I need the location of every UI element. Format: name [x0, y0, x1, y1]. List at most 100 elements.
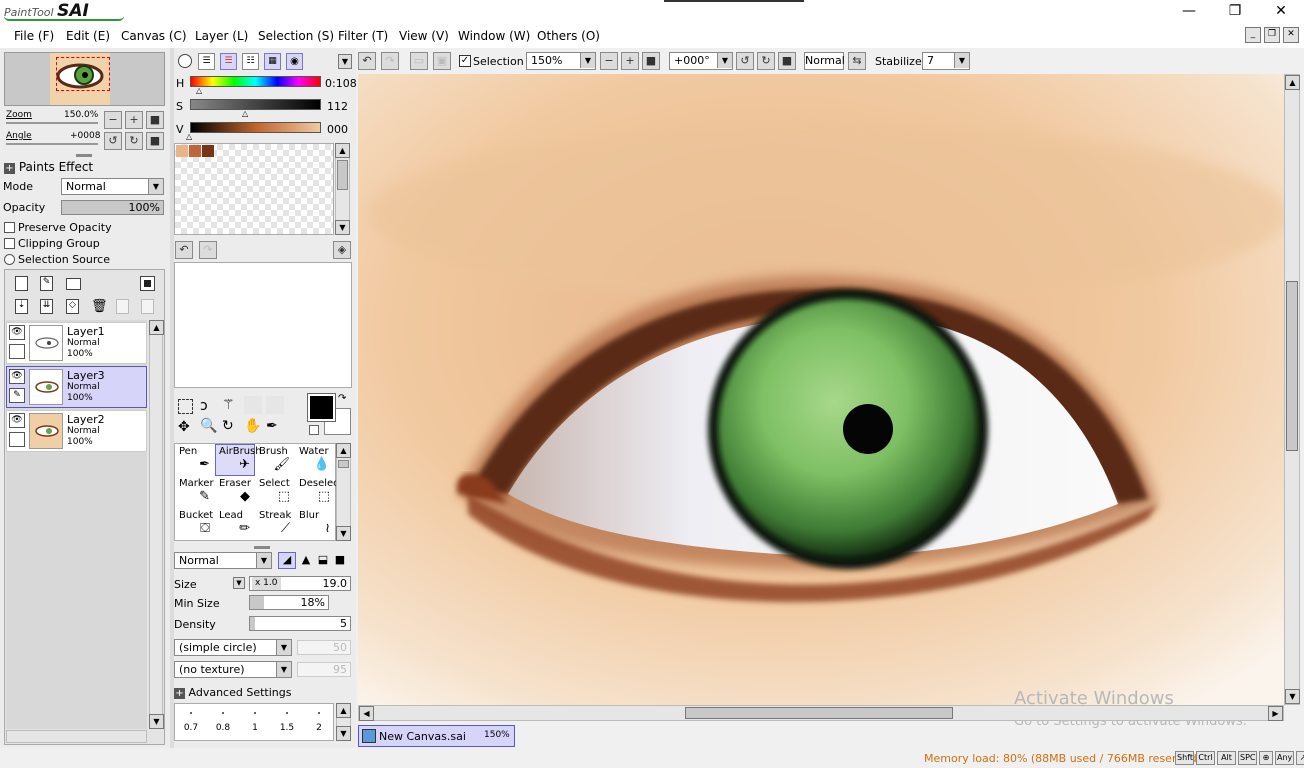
panel-options-icon[interactable]: ◈ — [333, 241, 351, 259]
rotate-right-button[interactable]: ↻ — [757, 52, 775, 70]
rotate-left-button[interactable]: ↺ — [736, 52, 754, 70]
rotate-left-button[interactable]: ↺ — [104, 132, 122, 150]
brush-blend-dropdown[interactable]: Normal ▼ — [174, 552, 272, 569]
invert-selection-icon[interactable]: ▣ — [433, 52, 451, 70]
canvas-hscrollbar[interactable]: ◀ ▶ — [358, 705, 1284, 721]
eye-icon[interactable]: 👁 — [9, 325, 25, 340]
layer-mask-icon[interactable] — [140, 276, 155, 291]
scroll-down-arrow[interactable]: ▼ — [1285, 689, 1300, 704]
zoom-reset-button[interactable]: ■ — [642, 52, 660, 70]
new-linework-layer-icon[interactable]: ✎ — [40, 276, 53, 291]
canvas-vscrollbar[interactable]: ▲ ▼ — [1284, 74, 1300, 705]
scroll-down-arrow[interactable]: ▼ — [336, 526, 351, 541]
swatch[interactable] — [176, 145, 188, 157]
minimize-button[interactable]: — — [1166, 0, 1212, 24]
size-preset[interactable]: 2 — [303, 706, 335, 738]
size-slider[interactable]: x 1.0 19.0 — [249, 576, 351, 591]
soft-edge-icon[interactable]: ▲ — [298, 553, 314, 568]
pen-lock-icon[interactable]: ✎ — [9, 388, 25, 403]
layer-row-layer1[interactable]: 👁 Layer1 Normal 100% — [6, 322, 147, 364]
magic-wand-icon[interactable]: ⚚ — [222, 397, 235, 413]
mdi-close-button[interactable]: ✕ — [1283, 27, 1299, 43]
hsv-sliders-icon[interactable]: ☰ — [220, 53, 237, 70]
clipping-group-checkbox[interactable] — [4, 238, 15, 249]
tool-marker[interactable]: Marker ✎ — [175, 476, 215, 508]
scroll-left-arrow[interactable]: ◀ — [359, 706, 374, 721]
flat-edge-icon[interactable]: ⬓ — [315, 553, 331, 568]
zoom-slider[interactable] — [6, 122, 98, 124]
tool-lead[interactable]: Lead ✏ — [215, 508, 255, 540]
lock-checkbox[interactable] — [9, 432, 25, 447]
redo-icon[interactable]: ↷ — [199, 241, 217, 259]
lasso-icon[interactable]: ↄ — [200, 398, 208, 414]
menu-window[interactable]: Window (W) — [458, 29, 530, 43]
zoom-tool-icon[interactable]: 🔍 — [200, 418, 217, 434]
stabilizer-dropdown[interactable]: 7 ▼ — [922, 52, 970, 70]
selection-checkbox[interactable]: ✓ — [459, 55, 471, 67]
color-mixer-icon[interactable]: ☷ — [242, 53, 259, 70]
swatch[interactable] — [202, 145, 214, 157]
mode-dropdown[interactable]: Normal ▼ — [61, 178, 164, 195]
advanced-settings-header[interactable]: + Advanced Settings — [174, 686, 291, 699]
menu-view[interactable]: View (V) — [399, 29, 449, 43]
deselect-icon[interactable]: ▭ — [410, 52, 428, 70]
scroll-down-arrow[interactable]: ▼ — [149, 714, 164, 729]
zoom-out-button[interactable]: − — [104, 111, 122, 129]
scroll-up-arrow[interactable]: ▲ — [336, 703, 351, 718]
scroll-down-arrow[interactable]: ▼ — [336, 726, 351, 741]
hand-tool-icon[interactable]: ✋ — [244, 418, 261, 434]
eye-icon[interactable]: 👁 — [9, 413, 25, 428]
eye-icon[interactable]: 👁 — [9, 369, 25, 384]
delete-layer-icon[interactable]: 🗑 — [91, 299, 108, 314]
size-preset[interactable]: 1.5 — [271, 706, 303, 738]
zoom-reset-button[interactable]: ■ — [146, 111, 164, 129]
transfer-down-icon[interactable]: ⇣ — [15, 299, 28, 314]
scroll-thumb[interactable] — [338, 460, 349, 468]
value-thumb[interactable]: △ — [186, 132, 192, 141]
hue-thumb[interactable]: △ — [196, 86, 202, 95]
preset-scrollbar[interactable]: ▲ ▼ — [336, 703, 351, 741]
layer-scrollbar[interactable]: ▲ ▼ — [149, 320, 164, 729]
mdi-minimize-button[interactable]: _ — [1245, 27, 1261, 43]
zoom-out-button[interactable]: − — [600, 52, 618, 70]
primary-color[interactable] — [307, 393, 336, 422]
brush-shape-dropdown[interactable]: (simple circle) ▼ — [174, 639, 292, 656]
clear-layer-icon[interactable]: ◇ — [66, 299, 79, 314]
saturation-thumb[interactable]: △ — [242, 109, 248, 118]
tool-scrollbar[interactable]: ▲ ▼ — [336, 443, 351, 541]
hscroll-thumb[interactable] — [685, 707, 953, 719]
swatches-icon[interactable]: ▦ — [264, 53, 281, 70]
rect-select-icon[interactable] — [178, 399, 193, 414]
swatch[interactable] — [189, 145, 201, 157]
menu-file[interactable]: File (F) — [14, 29, 54, 43]
flip-horizontal-icon[interactable]: ⇆ — [848, 52, 866, 70]
preserve-opacity-checkbox[interactable] — [4, 222, 15, 233]
rotate-reset-button[interactable]: ■ — [778, 52, 796, 70]
new-folder-icon[interactable] — [66, 278, 81, 290]
merge-down-icon[interactable]: ⇊ — [40, 299, 53, 314]
hard-edge-icon[interactable]: ◢ — [278, 552, 296, 569]
tool-brush[interactable]: Brush 🖌 — [255, 444, 295, 476]
scroll-thumb[interactable] — [337, 160, 348, 190]
lock-checkbox[interactable] — [9, 344, 25, 359]
density-slider[interactable]: 5 — [249, 616, 351, 631]
undo-icon[interactable]: ↶ — [175, 241, 193, 259]
tool-streak[interactable]: Streak ⟋ — [255, 508, 295, 540]
swatch-grid[interactable] — [174, 143, 334, 235]
menu-selection[interactable]: Selection (S) — [258, 29, 334, 43]
maximize-button[interactable]: ❐ — [1212, 0, 1258, 24]
color-wheel-icon[interactable] — [178, 54, 192, 68]
redo-icon[interactable]: ↷ — [381, 52, 399, 70]
tool-blur[interactable]: Blur ≀ — [295, 508, 335, 540]
mdi-restore-button[interactable]: ❐ — [1264, 27, 1280, 43]
navigator-view-rect[interactable] — [56, 57, 110, 91]
panel-splitter[interactable] — [254, 546, 270, 549]
close-button[interactable]: ✕ — [1258, 0, 1304, 24]
menu-canvas[interactable]: Canvas (C) — [121, 29, 187, 43]
chevron-down-icon[interactable]: ▼ — [338, 54, 352, 69]
scroll-up-arrow[interactable]: ▲ — [1285, 75, 1300, 90]
new-layer-icon[interactable] — [15, 276, 28, 291]
swap-colors-icon[interactable]: ↷ — [338, 393, 346, 404]
size-preset[interactable]: 0.7 — [175, 706, 207, 738]
opacity-slider[interactable]: 100% — [61, 200, 164, 215]
